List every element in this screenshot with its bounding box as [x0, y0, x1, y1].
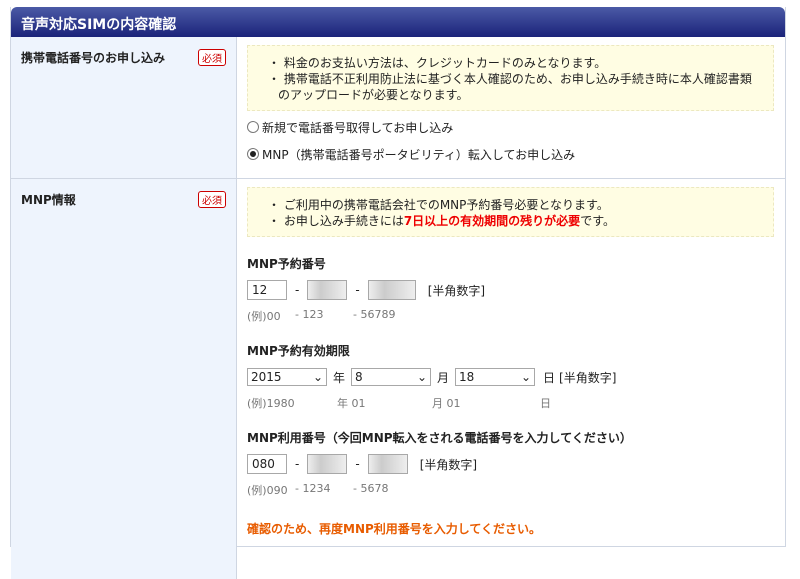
hint: [半角数字]	[559, 370, 617, 385]
radio-mnp[interactable]: MNP（携帯電話番号ポータビリティ）転入してお申し込み	[247, 145, 775, 163]
year-select[interactable]: 2015 ⌄	[247, 368, 327, 386]
radio-selected-icon[interactable]	[247, 148, 259, 160]
radio-icon[interactable]	[247, 121, 259, 133]
day-select[interactable]: 18 ⌄	[455, 368, 536, 386]
row-label: MNP情報	[21, 193, 76, 207]
notice-box: ・ 料金のお支払い方法は、クレジットカードのみとなります。 ・ 携帯電話不正利用…	[247, 45, 774, 111]
row-label: 携帯電話番号のお申し込み	[21, 51, 166, 65]
required-badge: 必須	[198, 191, 226, 208]
hint: [半角数字]	[427, 283, 486, 298]
phone-number-1[interactable]: 080	[247, 454, 287, 474]
notice-box: ・ ご利用中の携帯電話会社でのMNP予約番号必要となります。 ・ お申し込み手続…	[247, 187, 774, 237]
field-label: MNP利用番号（今回MNP転入をされる電話番号を入力してください）	[247, 431, 632, 445]
required-badge: 必須	[198, 49, 226, 66]
example: (例)090- 1234- 5678	[247, 482, 389, 497]
reserve-number-3[interactable]	[367, 280, 416, 300]
hint: [半角数字]	[419, 457, 478, 472]
notice-text: ・ ご利用中の携帯電話会社でのMNP予約番号必要となります。	[268, 198, 609, 212]
sim-confirm-panel: 音声対応SIMの内容確認 携帯電話番号のお申し込み 必須 ・ 料金のお支払い方法は…	[10, 7, 786, 579]
example: (例)1980 年 01 月 01 日	[247, 397, 551, 410]
field-label: MNP予約番号	[247, 257, 326, 271]
notice-text: ・ お申し込み手続きには7日以上の有効期間の残りが必要です。	[268, 214, 615, 228]
notice-text: ・ 携帯電話不正利用防止法に基づく本人確認のため、お申し込み手続き時に本人確認書…	[268, 72, 752, 102]
phone-number-2[interactable]	[307, 454, 348, 474]
field-label: MNP予約有効期限	[247, 344, 350, 358]
radio-new-number[interactable]: 新規で電話番号取得してお申し込み	[247, 118, 775, 136]
notice-text: ・ 料金のお支払い方法は、クレジットカードのみとなります。	[268, 56, 607, 70]
confirm-instruction: 確認のため、再度MNP利用番号を入力してください。	[247, 522, 542, 536]
month-select[interactable]: 8 ⌄	[351, 368, 432, 386]
example: (例)00- 123- 56789	[247, 308, 396, 323]
row-mnp-info: MNP情報 必須 ・ ご利用中の携帯電話会社でのMNP予約番号必要となります。 ・…	[11, 179, 785, 579]
phone-number-3[interactable]	[367, 454, 408, 474]
reserve-number-2[interactable]	[307, 280, 348, 300]
row-phone-application: 携帯電話番号のお申し込み 必須 ・ 料金のお支払い方法は、クレジットカードのみとな…	[11, 37, 785, 179]
panel-title: 音声対応SIMの内容確認	[11, 7, 785, 37]
reserve-number-1[interactable]: 12	[247, 280, 287, 300]
